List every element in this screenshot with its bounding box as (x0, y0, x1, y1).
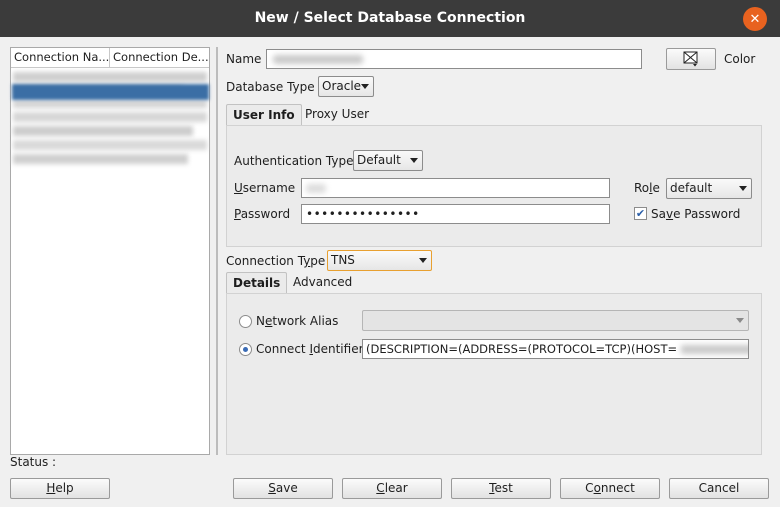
chevron-down-icon (419, 258, 427, 263)
database-type-value: Oracle (322, 79, 362, 93)
save-password-label: Save Password (651, 207, 741, 221)
tab-details[interactable]: Details (226, 272, 288, 294)
list-item[interactable] (13, 126, 193, 136)
connection-type-label: Connection Type (226, 254, 326, 268)
role-value: default (670, 181, 713, 195)
chevron-down-icon (739, 186, 747, 191)
database-type-select[interactable]: Oracle (318, 76, 374, 97)
connection-type-value: TNS (331, 253, 355, 267)
connect-button[interactable]: Connect (560, 478, 660, 499)
connect-identifier-field[interactable]: (DESCRIPTION=(ADDRESS=(PROTOCOL=TCP)(HOS… (362, 339, 749, 359)
title-bar: New / Select Database Connection ✕ (0, 0, 780, 37)
network-alias-label: Network Alias (256, 314, 339, 328)
redacted-text (680, 345, 748, 354)
list-item[interactable] (13, 154, 188, 164)
network-alias-label-n: N (256, 314, 265, 328)
connection-type-select[interactable]: TNS (327, 250, 432, 271)
network-alias-select[interactable] (362, 310, 749, 331)
clear-button[interactable]: Clear (342, 478, 442, 499)
password-label: Password (234, 207, 291, 221)
close-icon[interactable]: ✕ (743, 7, 767, 31)
chevron-down-icon (410, 158, 418, 163)
list-item[interactable] (13, 140, 207, 150)
color-button[interactable] (666, 48, 716, 70)
auth-type-select[interactable]: Default (353, 150, 423, 171)
save-password-checkbox[interactable]: ✔ (634, 207, 647, 220)
name-label: Name (226, 52, 262, 66)
column-header-connection-details[interactable]: Connection De... (110, 48, 209, 68)
connect-identifier-value: (DESCRIPTION=(ADDRESS=(PROTOCOL=TCP)(HOS… (366, 342, 678, 356)
status-label: Status : (10, 455, 57, 469)
auth-type-value: Default (357, 153, 401, 167)
window-title: New / Select Database Connection (254, 10, 526, 26)
password-label-text: assword (240, 207, 291, 221)
tab-advanced[interactable]: Advanced (287, 272, 358, 294)
test-button[interactable]: Test (451, 478, 551, 499)
role-select[interactable]: default (666, 178, 752, 199)
network-alias-radio[interactable] (239, 315, 252, 328)
auth-type-label: Authentication Type (234, 154, 354, 168)
connection-list[interactable]: Connection Na... Connection De... (10, 47, 210, 455)
list-item[interactable] (13, 100, 207, 108)
password-field[interactable]: ••••••••••••••• (301, 204, 610, 224)
role-label: Role (634, 181, 660, 195)
username-label: Username (234, 181, 296, 195)
chevron-down-icon (361, 84, 369, 89)
tab-proxy-user[interactable]: Proxy User (299, 104, 375, 126)
list-item[interactable] (13, 72, 207, 82)
name-field[interactable] (266, 49, 642, 69)
splitter[interactable] (216, 47, 218, 455)
column-header-connection-name[interactable]: Connection Na... (11, 48, 110, 68)
tab-user-info[interactable]: User Info (226, 104, 302, 126)
color-swatch-icon (683, 51, 698, 67)
list-item-selected[interactable] (12, 84, 209, 100)
list-item[interactable] (13, 112, 207, 122)
color-label: Color (724, 52, 756, 66)
cancel-button[interactable]: Cancel (669, 478, 769, 499)
username-field[interactable] (301, 178, 610, 198)
help-button[interactable]: Help (10, 478, 110, 499)
chevron-down-icon (736, 318, 744, 323)
connect-identifier-label: Connect Identifier (256, 342, 364, 356)
save-button[interactable]: Save (233, 478, 333, 499)
connect-identifier-radio[interactable] (239, 343, 252, 356)
database-type-label: Database Type (226, 80, 315, 94)
username-label-text: sername (242, 181, 296, 195)
checkmark-icon: ✔ (635, 207, 646, 220)
